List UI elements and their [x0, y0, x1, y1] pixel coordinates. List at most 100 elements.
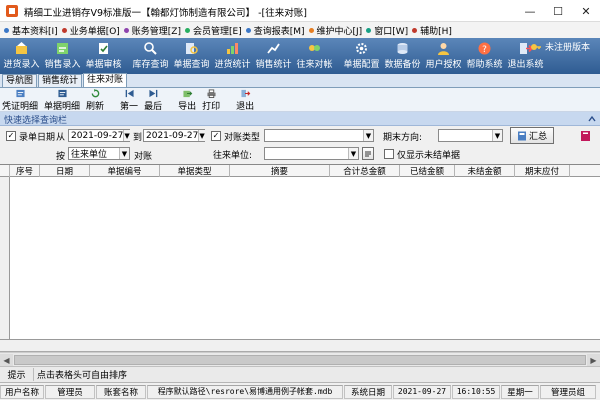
data-grid[interactable]: 序号 日期 单据编号 单据类型 摘要 合计总金额 已结金额 未结金额 期末应付: [0, 164, 600, 352]
to-date-picker[interactable]: 2021-09-27 ▼: [143, 129, 205, 142]
chevron-down-icon: ▼: [492, 130, 502, 141]
column-header[interactable]: 未结金额: [455, 165, 515, 177]
type-filter-checkbox[interactable]: ✓: [211, 131, 221, 141]
book-icon[interactable]: [580, 130, 592, 142]
menu-item-business-docs[interactable]: 业务单据[O]: [61, 24, 120, 37]
quick-query-label: 快速选择查询栏: [4, 116, 68, 126]
date-filter-checkbox[interactable]: ✓: [6, 131, 16, 141]
exit-icon: [241, 89, 250, 98]
sales-entry-button[interactable]: 销售录入: [42, 38, 83, 74]
print-button[interactable]: 打印: [202, 88, 220, 112]
minimize-button[interactable]: —: [516, 0, 544, 22]
menu-item-reports[interactable]: 查询报表[M]: [245, 24, 305, 37]
tab-navigation-map[interactable]: 导航图: [2, 74, 38, 87]
summary-button[interactable]: 汇总: [510, 127, 554, 144]
chevron-up-icon[interactable]: [588, 115, 596, 123]
voucher-detail-button[interactable]: 凭证明细: [2, 88, 38, 112]
column-header[interactable]: 单据类型: [160, 165, 230, 177]
reconcile-type-select[interactable]: ▼: [264, 129, 374, 142]
last-record-button[interactable]: 最后: [144, 88, 162, 112]
tab-reconciliation[interactable]: 往来对账: [83, 73, 128, 87]
inventory-query-button[interactable]: 库存查询: [130, 38, 171, 74]
status-date-label: 系统日期: [344, 384, 392, 399]
export-button[interactable]: 导出: [178, 88, 196, 112]
type-filter-label: 对账类型: [224, 133, 261, 143]
voucher-detail-icon: [15, 89, 25, 98]
date-filter-label: 录单日期: [19, 133, 56, 143]
hint-bar: 提示 点击表格头可自由排序: [0, 366, 600, 382]
scroll-thumb[interactable]: [14, 355, 586, 365]
column-header[interactable]: 日期: [40, 165, 90, 177]
menu-dot-icon: [185, 27, 190, 33]
menu-item-members[interactable]: 会员管理[E]: [185, 24, 242, 37]
scroll-left-icon[interactable]: ◀: [0, 354, 13, 366]
column-header[interactable]: 单据编号: [90, 165, 160, 177]
column-header[interactable]: 期末应付: [515, 165, 570, 177]
menu-dot-icon: [123, 27, 129, 33]
period-direction-select[interactable]: ▼: [438, 129, 503, 142]
grid-corner: [0, 165, 10, 177]
grid-body[interactable]: [10, 177, 600, 339]
purchase-stats-icon: [227, 43, 238, 54]
column-header[interactable]: 合计总金额: [330, 165, 400, 177]
quick-query-bar[interactable]: 快速选择查询栏: [0, 112, 600, 126]
hint-key: 提示: [0, 368, 34, 381]
filter-panel: ✓ 录单日期 从 2021-09-27 ▼ 到 2021-09-27 ▼ ✓ 对账类…: [0, 126, 600, 164]
menu-item-accounts[interactable]: 账务管理[Z]: [123, 24, 181, 37]
first-icon: [125, 89, 134, 98]
close-button[interactable]: ✕: [572, 0, 600, 22]
unregistered-notice[interactable]: 未注册版本: [530, 40, 590, 53]
audit-button[interactable]: 单据审核: [83, 38, 124, 74]
total-row: [0, 339, 600, 351]
reconcile-icon: [309, 45, 320, 51]
purchase-stats-button[interactable]: 进货统计: [212, 38, 253, 74]
column-header[interactable]: 序号: [10, 165, 40, 177]
menu-item-window[interactable]: 窗口[W]: [366, 24, 408, 37]
chevron-down-icon: ▼: [348, 148, 358, 159]
from-date-picker[interactable]: 2021-09-27 ▼: [68, 129, 130, 142]
only-unsettled-checkbox[interactable]: [384, 149, 394, 159]
partner-label: 往来单位:: [213, 151, 253, 161]
doc-config-button[interactable]: 单据配置: [341, 38, 382, 74]
exit-report-button[interactable]: 退出: [236, 88, 254, 112]
user-auth-icon: [438, 43, 449, 55]
partner-select[interactable]: ▼: [264, 147, 359, 160]
last-icon: [149, 89, 157, 98]
refresh-icon: [91, 89, 99, 98]
menu-dot-icon: [366, 27, 372, 33]
sales-stats-button[interactable]: 销售统计: [253, 38, 294, 74]
tab-sales-stats[interactable]: 销售统计: [38, 74, 83, 87]
reconcile-button[interactable]: 往来对帐: [294, 38, 335, 74]
doc-detail-icon: [57, 89, 67, 98]
document-query-button[interactable]: 单据查询: [171, 38, 212, 74]
group-by-select[interactable]: 往来单位 ▼: [68, 147, 130, 160]
menu-item-basic-data[interactable]: 基本资料[I]: [4, 24, 58, 37]
backup-button[interactable]: 数据备份: [382, 38, 423, 74]
menu-item-maintenance[interactable]: 维护中心[J]: [308, 24, 362, 37]
horizontal-scrollbar[interactable]: ◀ ▶: [0, 352, 600, 366]
column-header[interactable]: 已结金额: [400, 165, 455, 177]
partner-lookup-button[interactable]: [362, 147, 374, 160]
first-record-button[interactable]: 第一: [120, 88, 138, 112]
chevron-down-icon: ▼: [123, 130, 130, 141]
main-toolbar: 进货录入 销售录入 单据审核 库存查询 单据查询 进货统计 销售统计 往来对帐 …: [0, 38, 600, 74]
app-logo-icon: [5, 4, 19, 18]
refresh-button[interactable]: 刷新: [86, 88, 104, 112]
row-selector[interactable]: [0, 177, 10, 351]
chevron-down-icon: ▼: [198, 130, 205, 141]
scroll-right-icon[interactable]: ▶: [587, 354, 600, 366]
menu-dot-icon: [308, 27, 314, 33]
status-date-value: 2021-09-27: [393, 384, 451, 399]
backup-icon: [397, 43, 408, 54]
help-button[interactable]: ? 帮助系统: [464, 38, 505, 74]
document-query-icon: [186, 43, 198, 54]
print-icon: [207, 89, 216, 98]
status-time-value: 16:10:55: [452, 384, 500, 399]
menu-dot-icon: [4, 27, 9, 33]
menu-item-help[interactable]: 辅助[H]: [412, 24, 452, 37]
user-auth-button[interactable]: 用户授权: [423, 38, 464, 74]
doc-detail-button[interactable]: 单据明细: [44, 88, 80, 112]
maximize-button[interactable]: ☐: [544, 0, 572, 22]
stock-in-button[interactable]: 进货录入: [1, 38, 42, 74]
column-header[interactable]: 摘要: [230, 165, 330, 177]
